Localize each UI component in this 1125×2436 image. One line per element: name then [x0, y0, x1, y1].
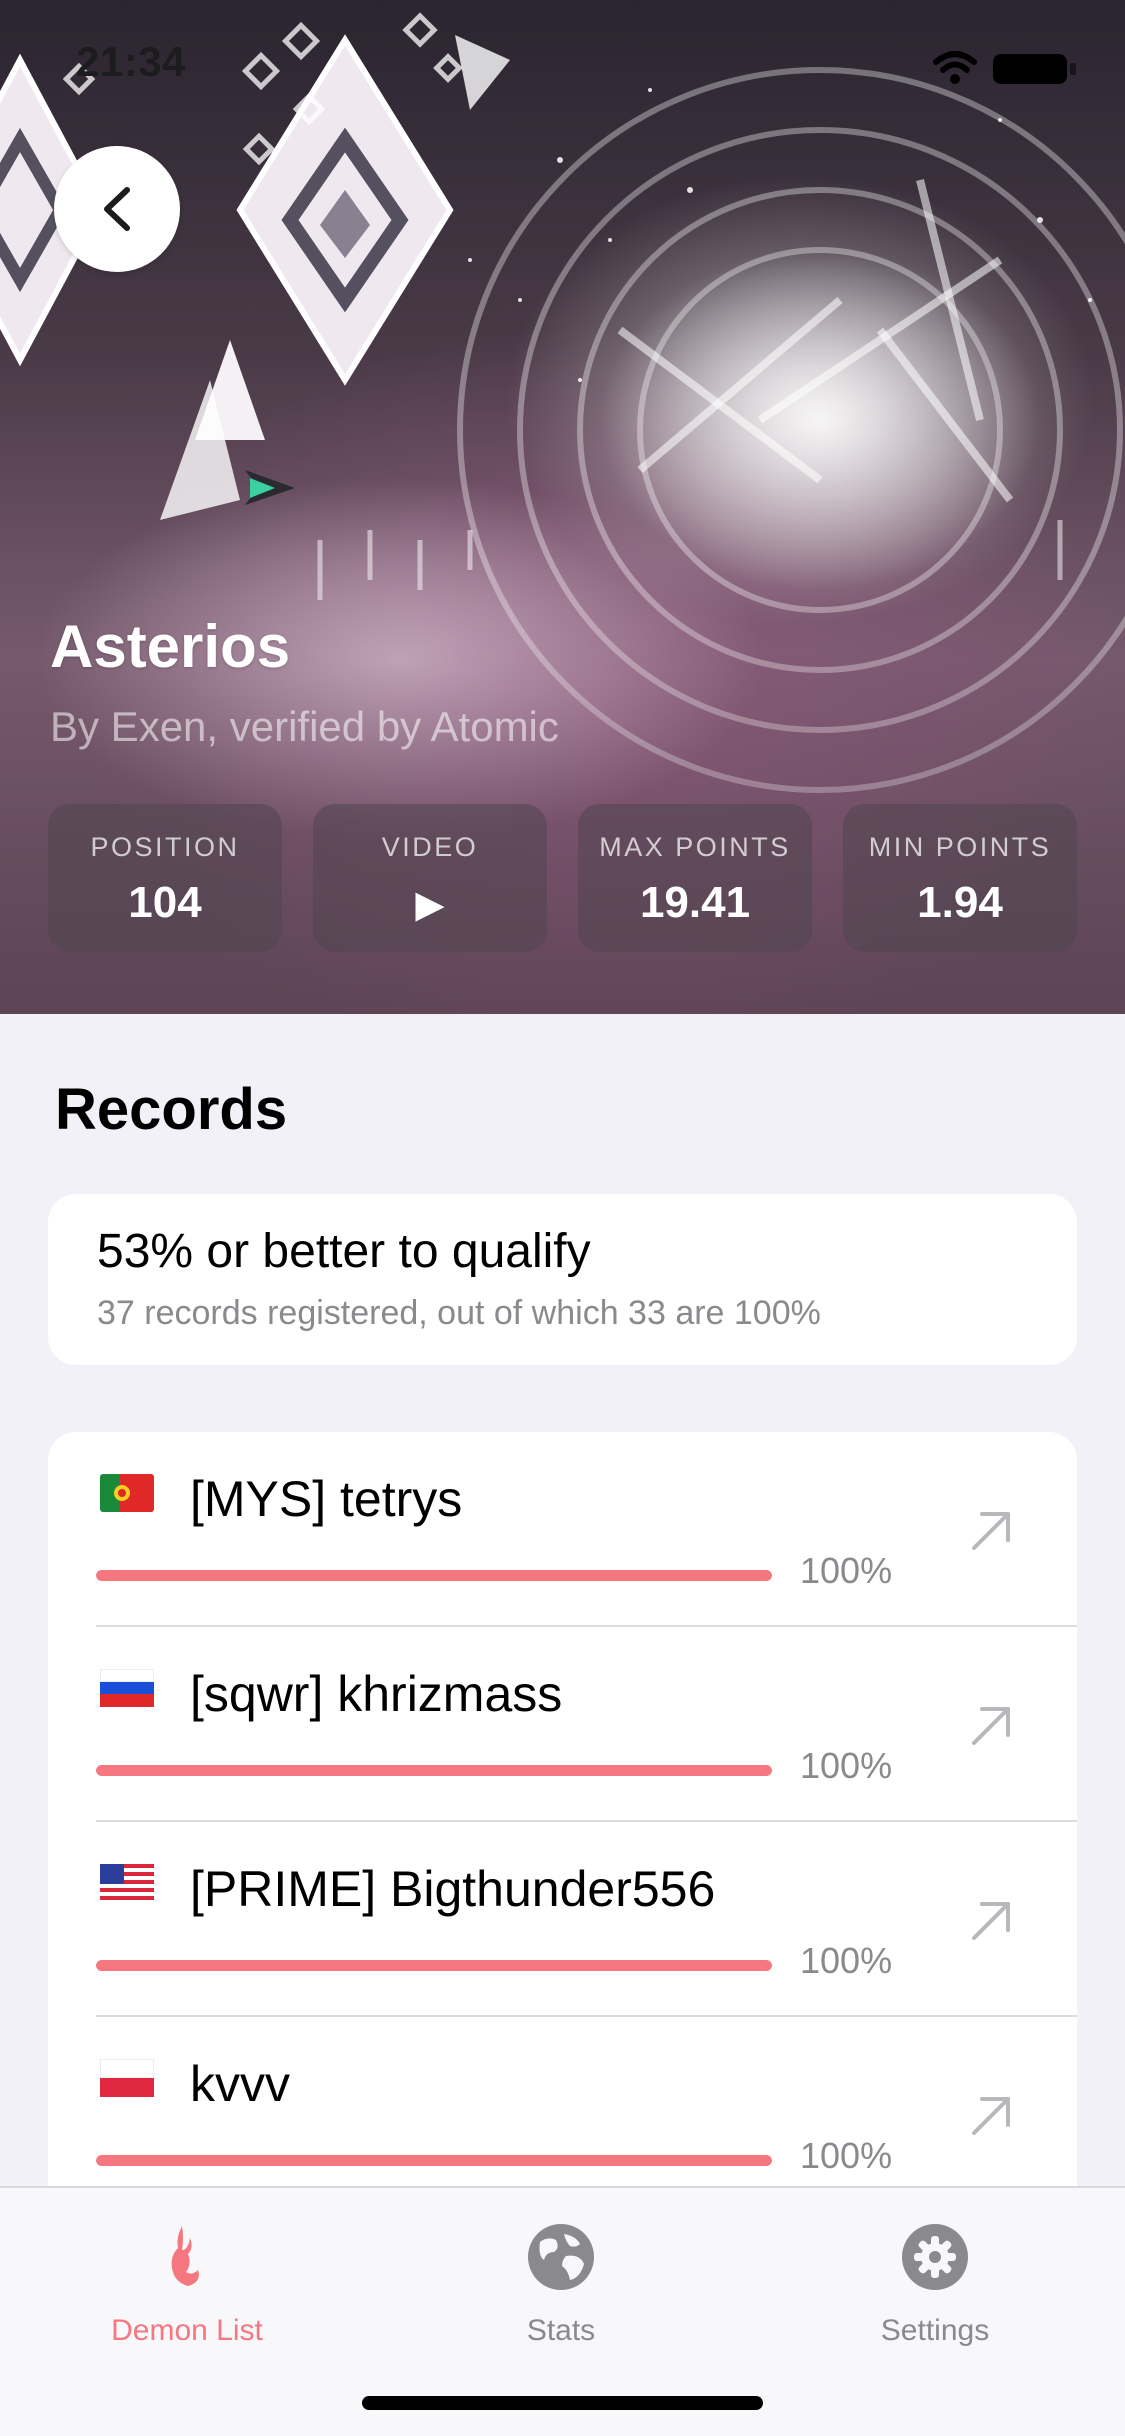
record-percent: 100%	[800, 2135, 893, 2176]
level-subtitle: By Exen, verified by Atomic	[50, 703, 559, 750]
record-percent: 100%	[800, 1940, 893, 1981]
record-progress-bar	[96, 1570, 772, 1581]
stat-position: POSITION 104	[48, 804, 282, 952]
stat-value: 19.41	[639, 878, 751, 927]
gear-icon	[902, 2224, 968, 2290]
player-name: [sqwr] khrizmass	[190, 1666, 563, 1722]
records-heading: Records	[55, 1077, 288, 1142]
stat-label: MAX POINTS	[599, 832, 791, 862]
battery-icon	[993, 54, 1076, 84]
open-record-arrow-icon[interactable]	[968, 2093, 1014, 2139]
status-bar-icons	[933, 51, 1076, 84]
video-button[interactable]: VIDEO ▶	[313, 804, 547, 952]
level-detail-screen: 21:34 Asterios By Exen, verified by Atom…	[0, 0, 1125, 2436]
stat-label: MIN POINTS	[868, 832, 1052, 862]
record-progress-bar	[96, 1960, 772, 1971]
record-row[interactable]: [PRIME] Bigthunder556 100%	[48, 1822, 1077, 2017]
record-row[interactable]: kvvv 100%	[48, 2017, 1077, 2192]
tab-stats[interactable]: Stats	[431, 2208, 691, 2348]
record-percent: 100%	[800, 1550, 893, 1591]
globe-icon	[528, 2224, 594, 2290]
stat-value: 1.94	[917, 878, 1003, 927]
record-row[interactable]: [MYS] tetrys 100%	[48, 1432, 1077, 1627]
tab-settings[interactable]: Settings	[805, 2208, 1065, 2348]
flag-united-states-icon	[100, 1864, 154, 1902]
flag-poland-icon	[100, 2059, 154, 2097]
open-record-arrow-icon[interactable]	[968, 1508, 1014, 1554]
flag-portugal-icon	[100, 1474, 154, 1512]
tab-demon-list[interactable]: Demon List	[57, 2208, 317, 2348]
status-bar-time: 21:34	[76, 38, 186, 85]
wifi-icon	[933, 51, 977, 84]
record-percent: 100%	[800, 1745, 893, 1786]
level-title: Asterios	[50, 613, 291, 680]
record-progress-bar	[96, 1765, 772, 1776]
stat-label: VIDEO	[381, 832, 479, 862]
tab-label: Settings	[880, 2314, 990, 2347]
player-name: kvvv	[190, 2056, 290, 2112]
tab-label: Demon List	[111, 2314, 263, 2347]
open-record-arrow-icon[interactable]	[968, 1898, 1014, 1944]
stat-min-points: MIN POINTS 1.94	[843, 804, 1077, 952]
demon-icon	[171, 2226, 199, 2286]
record-progress-bar	[96, 2155, 772, 2166]
stat-value: 104	[128, 878, 202, 927]
player-name: [PRIME] Bigthunder556	[190, 1861, 716, 1917]
flag-russia-icon	[100, 1669, 154, 1707]
qualify-card: 53% or better to qualify 37 records regi…	[48, 1194, 1077, 1365]
qualify-requirement: 53% or better to qualify	[97, 1225, 591, 1278]
tab-label: Stats	[526, 2314, 596, 2347]
home-indicator	[362, 2396, 763, 2410]
records-summary: 37 records registered, out of which 33 a…	[97, 1294, 821, 1332]
level-hero-banner: 21:34 Asterios By Exen, verified by Atom…	[0, 0, 1125, 1014]
play-icon: ▶	[415, 884, 445, 926]
stat-label: POSITION	[90, 832, 240, 862]
record-row[interactable]: [sqwr] khrizmass 100%	[48, 1627, 1077, 1822]
back-button[interactable]	[54, 146, 180, 272]
records-list: [MYS] tetrys 100% [sqwr] khrizmass 100%	[48, 1432, 1077, 2192]
stat-max-points: MAX POINTS 19.41	[578, 804, 812, 952]
chevron-left-icon	[104, 187, 130, 231]
open-record-arrow-icon[interactable]	[968, 1703, 1014, 1749]
player-name: [MYS] tetrys	[190, 1471, 463, 1527]
